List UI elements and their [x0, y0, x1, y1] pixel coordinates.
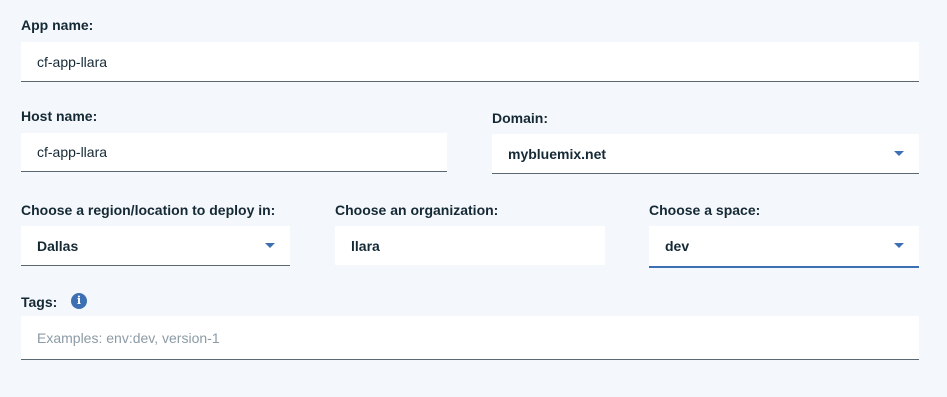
- region-value: Dallas: [37, 237, 79, 254]
- region-label: Choose a region/location to deploy in:: [21, 202, 276, 218]
- app-name-value: cf-app-llara: [37, 53, 108, 70]
- app-name-input[interactable]: cf-app-llara: [21, 42, 919, 82]
- domain-value: mybluemix.net: [508, 145, 607, 162]
- tags-label: Tags:: [21, 294, 58, 310]
- organization-field[interactable]: llara: [335, 226, 605, 265]
- space-label: Choose a space:: [649, 202, 761, 218]
- region-select[interactable]: Dallas: [21, 226, 290, 266]
- tags-input[interactable]: Examples: env:dev, version-1: [21, 316, 919, 360]
- domain-label: Domain:: [492, 110, 548, 126]
- host-name-label: Host name:: [21, 108, 98, 124]
- organization-label: Choose an organization:: [335, 202, 499, 218]
- app-name-label: App name:: [21, 17, 94, 33]
- tags-placeholder: Examples: env:dev, version-1: [37, 329, 220, 346]
- chevron-down-icon[interactable]: [265, 242, 275, 248]
- space-select[interactable]: dev: [649, 226, 919, 268]
- info-icon[interactable]: i: [71, 293, 87, 309]
- organization-value: llara: [351, 237, 380, 254]
- chevron-down-icon[interactable]: [894, 243, 904, 248]
- host-name-input[interactable]: cf-app-llara: [21, 133, 447, 172]
- domain-select[interactable]: mybluemix.net: [492, 134, 919, 174]
- chevron-down-icon[interactable]: [894, 150, 904, 156]
- host-name-value: cf-app-llara: [37, 144, 108, 160]
- space-value: dev: [665, 238, 690, 254]
